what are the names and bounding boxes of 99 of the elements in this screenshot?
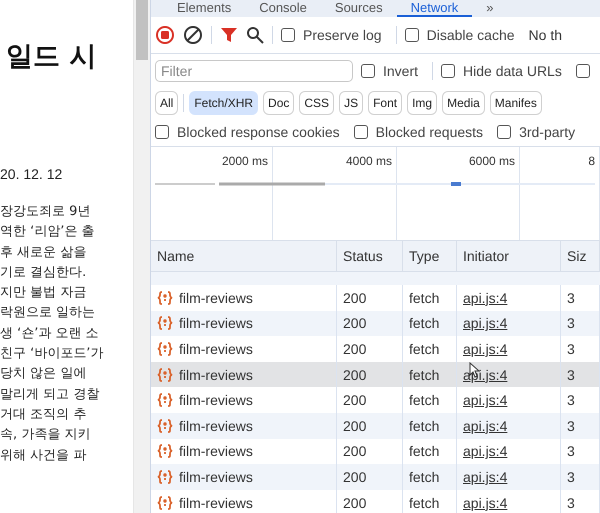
checkbox[interactable] bbox=[281, 28, 295, 42]
article-text-line: 장강도죄로 9년 bbox=[0, 203, 92, 221]
braces-icon bbox=[157, 290, 173, 305]
type-filter-chip[interactable]: Font bbox=[368, 91, 402, 115]
checkbox[interactable] bbox=[441, 64, 456, 78]
status-cell: 200 bbox=[337, 362, 403, 388]
article-text-line: 거대 조직의 추 bbox=[0, 406, 88, 424]
article-text-line: 후 새로운 삶을 bbox=[0, 244, 88, 262]
filter-icon[interactable] bbox=[220, 26, 238, 44]
article-text-line: 말리게 되고 경찰 bbox=[0, 386, 100, 404]
article-date: 20. 12. 12 bbox=[0, 166, 64, 184]
disable-cache-checkbox[interactable]: Disable cache bbox=[404, 27, 515, 43]
checkbox[interactable] bbox=[354, 125, 368, 139]
initiator-link[interactable]: api.js:4 bbox=[463, 468, 508, 485]
initiator-link[interactable]: api.js:4 bbox=[463, 290, 508, 306]
hide-data-urls-checkbox[interactable]: Hide data URLs bbox=[441, 63, 562, 79]
blocked-filter-checkbox[interactable]: 3rd-party bbox=[497, 124, 576, 140]
initiator-link[interactable]: api.js:4 bbox=[463, 494, 508, 511]
scrollbar[interactable] bbox=[133, 0, 150, 513]
type-cell: fetch bbox=[403, 412, 457, 439]
size-cell: 3 bbox=[561, 464, 600, 490]
column-header[interactable]: Status bbox=[337, 241, 403, 272]
status-cell: 200 bbox=[337, 412, 403, 439]
column-header[interactable]: Initiator bbox=[457, 241, 561, 272]
article-text-line: 락원으로 일하는 bbox=[0, 304, 96, 322]
initiator-link[interactable]: api.js:4 bbox=[463, 340, 508, 357]
initiator-link[interactable]: api.js:4 bbox=[463, 366, 508, 383]
timeline-tick-label: 2000 ms bbox=[222, 154, 268, 168]
blocked-filter-checkbox[interactable]: Blocked response cookies bbox=[155, 124, 340, 140]
braces-icon bbox=[157, 342, 173, 356]
preserve-log-checkbox[interactable]: Preserve log bbox=[281, 27, 382, 43]
type-filter-chip[interactable]: CSS bbox=[299, 91, 334, 115]
status-cell: 200 bbox=[337, 310, 403, 336]
article-text-line: 속, 가족을 지키 bbox=[0, 426, 92, 444]
article-text-line: 역한 ‘리암’은 출 bbox=[0, 223, 96, 242]
initiator-link[interactable]: api.js:4 bbox=[463, 443, 508, 460]
checkbox[interactable] bbox=[361, 64, 375, 78]
clear-icon[interactable] bbox=[183, 25, 203, 45]
size-cell: 3 bbox=[561, 412, 600, 439]
invert-checkbox[interactable]: Invert bbox=[361, 63, 418, 79]
panel-tab[interactable]: » bbox=[472, 0, 508, 17]
braces-icon bbox=[157, 316, 173, 330]
type-cell: fetch bbox=[403, 464, 457, 490]
article-title: 일드 시 bbox=[5, 40, 98, 74]
article-text-line: 지만 불법 자금 bbox=[0, 284, 88, 302]
column-header[interactable]: Name bbox=[151, 241, 337, 272]
braces-icon bbox=[157, 470, 173, 484]
braces-icon bbox=[157, 444, 173, 458]
size-cell: 3 bbox=[561, 362, 600, 388]
braces-icon bbox=[157, 393, 173, 408]
status-cell: 200 bbox=[337, 464, 403, 490]
filter-field[interactable]: Filter bbox=[155, 60, 353, 82]
timeline-tick-label: 8 bbox=[588, 154, 595, 168]
scrollbar-thumb[interactable] bbox=[136, 0, 148, 60]
checkbox[interactable] bbox=[576, 64, 590, 78]
checkbox[interactable] bbox=[404, 28, 419, 42]
type-filter-chip[interactable]: Media bbox=[442, 91, 485, 115]
braces-icon bbox=[157, 418, 173, 433]
article-text-line: 생 ‘숀’과 오랜 소 bbox=[0, 324, 100, 343]
type-filter-chip[interactable]: All bbox=[155, 91, 178, 115]
checkbox[interactable] bbox=[155, 125, 169, 139]
request-name-cell[interactable]: film-reviews bbox=[151, 362, 337, 388]
article-text-line: 당치 않은 일에 bbox=[0, 365, 88, 384]
size-cell: 3 bbox=[561, 310, 600, 336]
request-name-cell[interactable]: film-reviews bbox=[151, 464, 337, 490]
status-cell: 200 bbox=[337, 438, 403, 464]
timeline-tick-label: 4000 ms bbox=[346, 154, 392, 168]
initiator-link[interactable]: api.js:4 bbox=[463, 392, 508, 408]
blocked-filter-checkbox[interactable]: Blocked requests bbox=[354, 124, 484, 140]
type-cell: fetch bbox=[403, 362, 457, 388]
initiator-link[interactable]: api.js:4 bbox=[463, 315, 508, 332]
type-filter-chip[interactable]: Img bbox=[407, 91, 438, 115]
search-icon[interactable] bbox=[246, 26, 264, 44]
braces-icon bbox=[157, 496, 173, 510]
type-filter-chip[interactable]: JS bbox=[339, 91, 364, 115]
article-text-line: 친구 ‘바이포드’가 bbox=[0, 345, 104, 364]
type-filter-chip[interactable]: Manifes bbox=[490, 91, 542, 115]
panel-tab[interactable]: Network bbox=[396, 0, 472, 17]
type-filter-chip[interactable]: Doc bbox=[263, 91, 294, 115]
braces-icon bbox=[157, 368, 173, 382]
request-name-cell[interactable]: film-reviews bbox=[151, 412, 337, 439]
request-name-cell[interactable]: film-reviews bbox=[151, 438, 337, 464]
initiator-link[interactable]: api.js:4 bbox=[463, 418, 508, 434]
throttling-dropdown[interactable]: No th bbox=[528, 27, 562, 43]
timeline-tick-label: 6000 ms bbox=[468, 154, 515, 168]
article-text-line: 위해 사건을 파 bbox=[0, 446, 88, 465]
record-icon[interactable] bbox=[155, 25, 175, 45]
panel-tab[interactable]: Sources bbox=[320, 0, 397, 17]
article-text-line: 기로 결심한다. bbox=[0, 264, 88, 282]
panel-tab[interactable]: Console bbox=[245, 0, 321, 17]
type-cell: fetch bbox=[403, 438, 457, 464]
column-header[interactable]: Siz bbox=[561, 241, 600, 272]
panel-tab[interactable]: Elements bbox=[163, 0, 246, 17]
type-cell: fetch bbox=[403, 310, 457, 336]
checkbox[interactable] bbox=[497, 125, 512, 139]
size-cell: 3 bbox=[561, 438, 600, 464]
column-header[interactable]: Type bbox=[403, 241, 457, 272]
request-name-cell[interactable]: film-reviews bbox=[151, 310, 337, 336]
type-filter-chip[interactable]: Fetch/XHR bbox=[189, 91, 258, 115]
